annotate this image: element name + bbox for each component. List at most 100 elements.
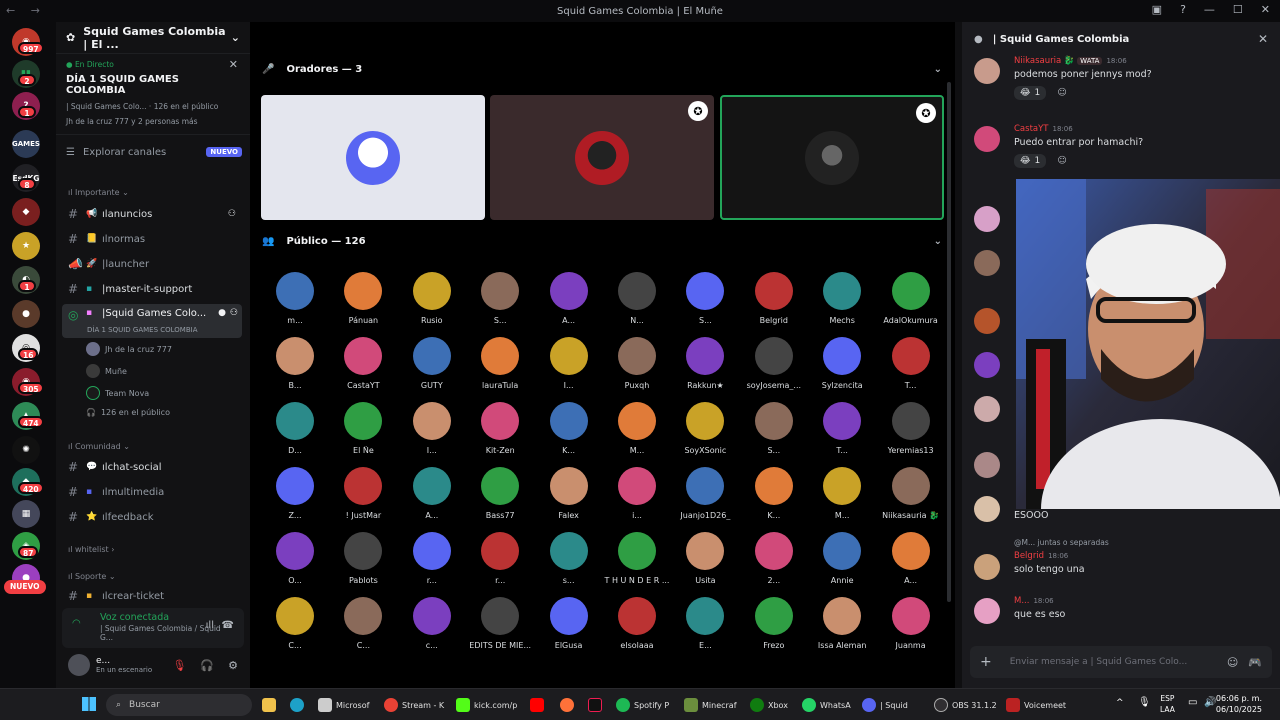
- reply-preview[interactable]: @M... juntas o separadas: [1014, 538, 1274, 547]
- taskbar-app-active[interactable]: | Squid: [862, 695, 908, 715]
- scrollbar[interactable]: [947, 82, 951, 602]
- chat-input[interactable]: + Enviar mensaje a | Squid Games Colo...…: [970, 646, 1272, 678]
- server-icon[interactable]: ✺: [12, 436, 40, 464]
- explore-channels[interactable]: ☰ Explorar canales NUEVO: [66, 144, 242, 160]
- channel-feedback[interactable]: # ⭐ ıl feedback: [62, 506, 242, 528]
- audience-member[interactable]: r...: [398, 532, 466, 585]
- audience-member[interactable]: S...: [466, 272, 534, 325]
- channel-anuncios[interactable]: # 📢 ıl anuncios ⚇: [62, 203, 242, 225]
- audience-member[interactable]: CastaYT: [329, 337, 397, 390]
- speakers-header[interactable]: 🎤 Oradores — 3 ⌄: [262, 64, 942, 75]
- mute-mic-icon[interactable]: 🎙: [172, 659, 186, 672]
- server-icon[interactable]: ▦: [12, 500, 40, 528]
- audience-member[interactable]: Puxqh: [603, 337, 671, 390]
- help-icon[interactable]: ?: [1180, 3, 1186, 16]
- speaker-tile[interactable]: ✪: [490, 95, 714, 220]
- channel-normas[interactable]: # 📒 ıl normas: [62, 228, 242, 250]
- avatar[interactable]: [974, 206, 1000, 232]
- audience-member[interactable]: Bass77: [466, 467, 534, 520]
- reaction[interactable]: 😂 1: [1014, 154, 1047, 168]
- audience-member[interactable]: T...: [808, 402, 876, 455]
- server-icon[interactable]: GAMES: [12, 130, 40, 158]
- clock[interactable]: 06:06 p. m. 06/10/2025: [1216, 693, 1262, 715]
- audience-member[interactable]: A...: [877, 532, 945, 585]
- audience-member[interactable]: T...: [877, 337, 945, 390]
- windows-start-icon[interactable]: [82, 697, 96, 711]
- audience-member[interactable]: A...: [398, 467, 466, 520]
- taskbar-search[interactable]: ⌕ Buscar: [106, 694, 252, 716]
- audience-member[interactable]: K...: [740, 467, 808, 520]
- audience-member[interactable]: c...: [398, 597, 466, 650]
- audience-member[interactable]: Niikasauria 🐉: [877, 467, 945, 520]
- audience-member[interactable]: I...: [398, 402, 466, 455]
- live-event-card[interactable]: ● En Directo ✕ DÍA 1 SQUID GAMES COLOMBI…: [56, 54, 250, 135]
- taskbar-app[interactable]: Microsof: [318, 695, 369, 715]
- audience-member[interactable]: C...: [261, 597, 329, 650]
- taskbar-app[interactable]: Xbox: [750, 695, 788, 715]
- speaker-tile-active[interactable]: ✪: [720, 95, 944, 220]
- close-icon[interactable]: ✕: [1258, 32, 1268, 46]
- inbox-icon[interactable]: ▣: [1152, 3, 1162, 16]
- audience-member[interactable]: soyJosema_...: [740, 337, 808, 390]
- audience-member[interactable]: m...: [261, 272, 329, 325]
- avatar[interactable]: [974, 396, 1000, 422]
- add-member-icon[interactable]: ⚇: [230, 308, 238, 318]
- audience-member[interactable]: GUTY: [398, 337, 466, 390]
- gear-icon[interactable]: ⚙: [228, 659, 238, 672]
- audience-member[interactable]: K...: [535, 402, 603, 455]
- avatar[interactable]: [974, 554, 1000, 580]
- server-icon[interactable]: ◆: [12, 198, 40, 226]
- taskbar-app[interactable]: Voicemeet: [1006, 695, 1066, 715]
- audience-member[interactable]: i...: [603, 467, 671, 520]
- avatar[interactable]: [974, 598, 1000, 624]
- chat-icon[interactable]: ●: [218, 308, 226, 318]
- audience-member[interactable]: ! JustMar: [329, 467, 397, 520]
- avatar[interactable]: [974, 496, 1000, 522]
- network-icon[interactable]: ▭: [1188, 697, 1197, 708]
- channel-master-it-support[interactable]: # ▪ | master-it-support: [62, 278, 242, 300]
- avatar[interactable]: [974, 58, 1000, 84]
- server-header[interactable]: ✿ Squid Games Colombia | El ... ⌄: [56, 22, 250, 54]
- reaction[interactable]: 😂 1: [1014, 86, 1047, 100]
- gamepad-icon[interactable]: 🎮: [1248, 656, 1262, 669]
- audience-member[interactable]: El Ñe: [329, 402, 397, 455]
- tray-chevron-icon[interactable]: ^: [1116, 698, 1124, 708]
- avatar[interactable]: [974, 126, 1000, 152]
- audience-member[interactable]: Juanma: [877, 597, 945, 650]
- tiktok-icon[interactable]: [588, 698, 602, 712]
- close-window-button[interactable]: ✕: [1261, 3, 1270, 16]
- audience-member[interactable]: Z...: [261, 467, 329, 520]
- taskbar-app[interactable]: WhatsA: [802, 695, 851, 715]
- audience-member[interactable]: AdalOkumura: [877, 272, 945, 325]
- avatar[interactable]: [974, 250, 1000, 276]
- category-importante[interactable]: ıl Importante ⌄: [68, 188, 129, 197]
- audience-member[interactable]: N...: [603, 272, 671, 325]
- audience-member[interactable]: SoyXSonic: [671, 402, 739, 455]
- audience-member[interactable]: EDITS DE MIE...: [466, 597, 534, 650]
- audience-member[interactable]: T H U N D E R ...: [603, 532, 671, 585]
- audience-member[interactable]: Rakkun★: [671, 337, 739, 390]
- maximize-button[interactable]: ☐: [1233, 3, 1243, 16]
- audience-member[interactable]: Annie: [808, 532, 876, 585]
- audience-member[interactable]: 2...: [740, 532, 808, 585]
- audience-member[interactable]: Mechs: [808, 272, 876, 325]
- soundboard-icon[interactable]: ıll: [206, 620, 214, 631]
- audience-member[interactable]: D...: [261, 402, 329, 455]
- firefox-icon[interactable]: [560, 698, 574, 712]
- audience-member[interactable]: lauraTula: [466, 337, 534, 390]
- audience-member[interactable]: B...: [261, 337, 329, 390]
- category-soporte[interactable]: ıl Soporte ⌄: [68, 572, 116, 581]
- category-whitelist[interactable]: ıl whitelist ›: [68, 545, 114, 554]
- audience-header[interactable]: 👥 Público — 126 ⌄: [262, 236, 942, 247]
- headphones-icon[interactable]: 🎧: [200, 659, 214, 672]
- audience-member[interactable]: O...: [261, 532, 329, 585]
- audience-member[interactable]: M...: [808, 467, 876, 520]
- channel-multimedia[interactable]: # ▪ ıl multimedia: [62, 481, 242, 503]
- audience-member[interactable]: Rusio: [398, 272, 466, 325]
- folder-icon[interactable]: [262, 698, 276, 712]
- language-indicator[interactable]: ESP LAA: [1160, 693, 1175, 715]
- voice-member[interactable]: Jh de la cruz 777: [86, 342, 172, 356]
- audience-member[interactable]: A...: [535, 272, 603, 325]
- audience-member[interactable]: S...: [740, 402, 808, 455]
- add-member-icon[interactable]: ⚇: [228, 209, 236, 219]
